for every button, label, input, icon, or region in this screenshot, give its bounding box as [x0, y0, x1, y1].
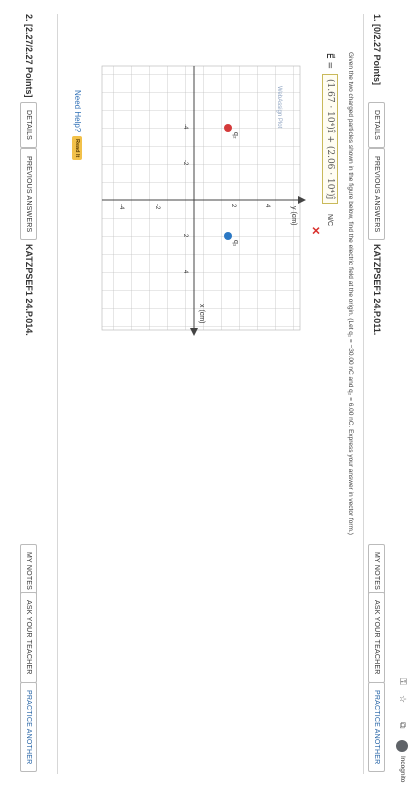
- e-vector-label: E⃗ =: [324, 53, 334, 70]
- q1-label: q₁: [232, 240, 239, 247]
- x-axis-label: x (cm): [198, 304, 205, 323]
- figure-grid: [101, 65, 301, 331]
- question-2-title: 2. [2.27/2.27 Points]: [24, 14, 34, 98]
- tick-x-neg4: -4: [182, 124, 188, 130]
- q2-my-notes-button[interactable]: MY NOTES: [20, 544, 37, 599]
- charge-figure: y (cm) x (cm) WebAssign Plot 4 2 -2 -4 2…: [101, 65, 306, 336]
- tick-y-neg2: -2: [154, 204, 160, 210]
- key-icon[interactable]: ⚿: [397, 678, 408, 685]
- question-1-code: KATZPSEF1 24.P.011.: [372, 244, 382, 336]
- charge-q2: [224, 124, 232, 132]
- q2-ask-teacher-button[interactable]: ASK YOUR TEACHER: [20, 592, 37, 683]
- y-axis-arrow-icon: [298, 196, 306, 204]
- page-content: ⚿ ☆ ⧉ Incognito 1. [0/2.27 Points] DETAI…: [0, 0, 412, 794]
- previous-answers-button[interactable]: PREVIOUS ANSWERS: [368, 148, 385, 241]
- read-it-button[interactable]: Read It: [72, 136, 82, 161]
- tick-x-neg2: -2: [182, 160, 188, 166]
- x-axis-arrow-icon: [190, 328, 198, 336]
- question-2-code: KATZPSEF1 24.P.014.: [24, 244, 34, 336]
- header-divider: [363, 14, 364, 774]
- answer-input[interactable]: (1.67 · 10⁴)î + (2.06 · 10⁴)ĵ: [322, 74, 338, 205]
- practice-another-button[interactable]: PRACTICE ANOTHER: [368, 682, 385, 773]
- extensions-icon[interactable]: ⧉: [397, 722, 408, 728]
- q2-practice-another-button[interactable]: PRACTICE ANOTHER: [20, 682, 37, 773]
- unit-label: N/C: [326, 214, 333, 227]
- incognito-label: Incognito: [399, 756, 406, 783]
- q2-previous-answers-button[interactable]: PREVIOUS ANSWERS: [20, 148, 37, 241]
- q2-details-button[interactable]: DETAILS: [20, 102, 37, 149]
- watermark: WebAssign Plot: [276, 86, 282, 129]
- star-icon[interactable]: ☆: [397, 695, 408, 703]
- question-prompt: Given the two charged particles shown in…: [347, 52, 354, 535]
- question-1-title: 1. [0/2.27 Points]: [372, 14, 382, 86]
- my-notes-button[interactable]: MY NOTES: [368, 544, 385, 599]
- incognito-icon[interactable]: [396, 740, 408, 752]
- need-help-label: Need Help?: [73, 90, 82, 133]
- charge-q1: [224, 232, 232, 240]
- details-button[interactable]: DETAILS: [368, 102, 385, 149]
- ask-teacher-button[interactable]: ASK YOUR TEACHER: [368, 592, 385, 683]
- q2-label: q₂: [232, 132, 239, 139]
- tick-y-neg4: -4: [118, 204, 124, 210]
- y-axis-label: y (cm): [290, 206, 297, 225]
- question-divider: [57, 14, 58, 774]
